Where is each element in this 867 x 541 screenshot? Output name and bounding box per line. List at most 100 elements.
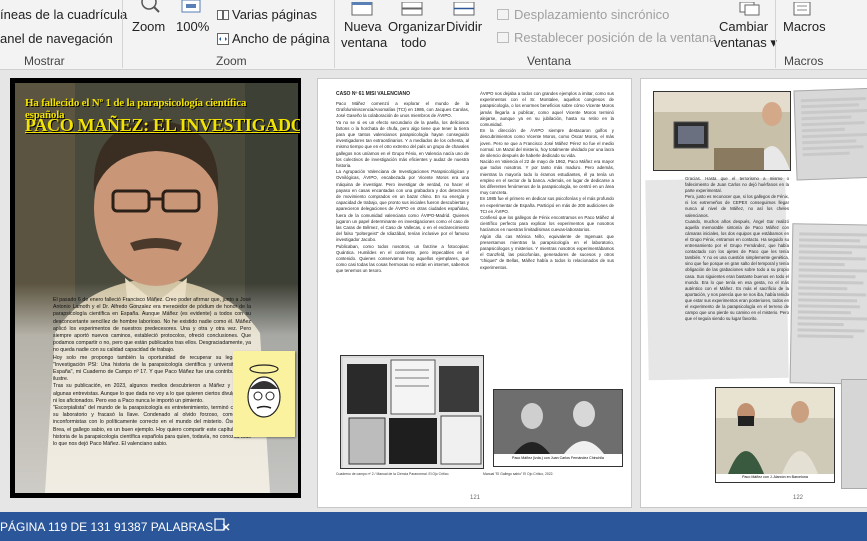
group-label-ventana: Ventana: [527, 54, 572, 68]
new-window-icon: [351, 1, 373, 16]
switch-windows-icon: [739, 1, 760, 16]
scan-text-lines: [791, 224, 867, 350]
reset-position-icon: [497, 32, 509, 43]
macros-icon: [793, 1, 811, 16]
right-col-para-3: Cuando, muchos años después, Ángel Gar r…: [685, 218, 789, 322]
page-width-button[interactable]: Ancho de página: [217, 31, 330, 46]
reset-window-position-button[interactable]: Restablecer posición de la ventana: [497, 30, 716, 45]
page-number-121: 121: [470, 495, 481, 501]
new-window-label-2: ventana: [341, 35, 388, 50]
new-window-button[interactable]: [350, 1, 374, 16]
middle-col2-para-6: Algún día cas Mónica Niño, equivalente d…: [480, 233, 614, 270]
navigation-pane-label: anel de navegación: [0, 31, 113, 46]
photo-two-men-caption: Paco Máñez (izda.) con Juan Carlos Ferná…: [512, 456, 604, 460]
sync-scroll-button[interactable]: Desplazamiento sincrónico: [497, 7, 669, 22]
arrange-all-label-1: Organizar: [388, 19, 446, 34]
navigation-pane-checkbox[interactable]: anel de navegación: [0, 31, 113, 46]
footnote-2: Manual "El Gallego sabio" El Ojo Crítico…: [483, 472, 554, 476]
proofing-check-icon[interactable]: [214, 518, 230, 535]
macros-label: Macros: [783, 19, 826, 34]
case-heading: CASO Nº 61 MISI VALENCIANO: [336, 91, 410, 97]
middle-col1-para-2: Ya no se si es un efecto secundario de l…: [336, 119, 469, 169]
arrange-all-label-2: todo: [401, 35, 427, 50]
switch-windows-label-2: ventanas ▾: [714, 35, 777, 50]
arrange-all-button[interactable]: [400, 1, 424, 16]
group-label-macros: Macros: [784, 54, 824, 68]
status-bar: PÁGINA 119 DE 131 91387 PALABRAS: [0, 512, 867, 541]
page-width-label: Ancho de página: [232, 31, 330, 46]
document-canvas[interactable]: Ha fallecido el Nº 1 de la parapsicologí…: [0, 70, 867, 512]
page-width-icon: [217, 33, 229, 45]
cover-para-3: Tras su publicación, en 2023, algunos me…: [53, 383, 251, 404]
cartoon-face-icon: [247, 364, 281, 418]
gridlines-label: íneas de la cuadrícula: [0, 7, 128, 22]
switch-windows-label-1: Cambiar: [719, 19, 769, 34]
photo-two-men-camera-caption: Paco Máñez con J. Alarcón en Barcelona: [742, 475, 808, 479]
right-col-para-1: Gracias. Hasta que el terrorismo a mismo…: [685, 176, 789, 194]
ribbon-view-tab: íneas de la cuadrícula anel de navegació…: [0, 0, 867, 70]
word-count-status[interactable]: 91387 PALABRAS: [114, 520, 213, 534]
middle-col2-para-4: En 1985 fue el primero en dedicar sus ps…: [480, 196, 614, 214]
middle-column-2: ÁVIPO nos dejaba a todos con grandes eje…: [480, 91, 614, 386]
cover-para-2: Hoy solo me propongo también la oportuni…: [53, 354, 251, 383]
group-separator: [334, 0, 335, 68]
page-122[interactable]: Gracias. Hasta que el terrorismo a mismo…: [640, 78, 867, 508]
reset-window-position-label: Restablecer posición de la ventana: [514, 30, 717, 45]
cover-para-4: "Escorpialista" del mundo de la parapsic…: [53, 405, 251, 448]
scan-text-lines: [794, 89, 867, 168]
group-label-mostrar: Mostrar: [24, 54, 65, 68]
photo-two-men: Paco Máñez (izda.) con Juan Carlos Ferná…: [493, 389, 623, 467]
middle-col2-para-3: Nacido en Valencia el 22 de mayo de 1962…: [480, 159, 614, 196]
macros-button[interactable]: [790, 1, 814, 16]
zoom-label: Zoom: [132, 19, 166, 34]
photo-two-men-image: [494, 390, 622, 454]
split-icon: [453, 1, 475, 16]
group-label-zoom: Zoom: [216, 54, 247, 68]
cartoon-illustration: [233, 351, 295, 437]
middle-col1-para-4: Publicaban, como todos nosotros, un fanz…: [336, 243, 469, 274]
cover-para-1: El pasado 6 de enero falleció Francisco …: [53, 297, 251, 354]
sync-scroll-icon: [497, 9, 509, 20]
group-separator: [122, 0, 123, 68]
cover-title: PACO MAÑEZ: EL INVESTIGADOR: [25, 115, 301, 135]
document-scan-bottom: [841, 379, 867, 489]
photo-documents-collage: [340, 355, 484, 469]
multiple-pages-label: Varias páginas: [232, 7, 318, 22]
document-scan-middle: [789, 223, 867, 385]
arrange-all-icon: [401, 1, 423, 16]
photo-two-men-camera-image: [716, 388, 834, 474]
zoom-100-label: 100%: [176, 19, 210, 34]
page-number-122: 122: [793, 495, 804, 501]
magnifier-icon: [141, 0, 160, 13]
page-121[interactable]: CASO Nº 61 MISI VALENCIANO Paco Máñez co…: [317, 78, 632, 508]
middle-col2-para-1: ÁVIPO nos dejaba a todos con grandes eje…: [480, 91, 614, 128]
right-col-para-2: Pero, justo es reconocer que, si los gal…: [685, 194, 789, 218]
split-button[interactable]: [452, 1, 476, 16]
middle-col1-para-3: La Agrupación Valenciana de Investigacio…: [336, 169, 469, 243]
zoom-100-button[interactable]: [178, 0, 206, 14]
middle-column-1: Paco Máñez comenzó a explorar el mundo d…: [336, 101, 469, 349]
footnote-1: Cuaderno de campo nº 2 / Manual de la Ci…: [336, 472, 450, 476]
multiple-pages-icon: [217, 9, 229, 21]
photo-man-computer: [653, 91, 791, 171]
document-scan-top: [793, 87, 867, 181]
group-separator: [775, 0, 776, 68]
middle-col2-para-2: En la dirección de ÁVIPO siempre destaca…: [480, 128, 614, 159]
cover-body: El pasado 6 de enero falleció Francisco …: [53, 297, 251, 448]
page-cover[interactable]: Ha fallecido el Nº 1 de la parapsicologí…: [10, 78, 301, 498]
gridlines-checkbox[interactable]: íneas de la cuadrícula: [0, 7, 127, 22]
middle-col1-para-1: Paco Máñez comenzó a explorar el mundo d…: [336, 101, 469, 119]
split-label: Dividir: [446, 19, 483, 34]
sync-scroll-label: Desplazamiento sincrónico: [514, 7, 670, 22]
page-count-status[interactable]: PÁGINA 119 DE 131: [0, 520, 111, 534]
page-100-icon: [181, 0, 201, 13]
photo-two-men-camera: Paco Máñez con J. Alarcón en Barcelona: [715, 387, 835, 483]
photo-collage-image: [343, 358, 483, 468]
photo-man-computer-image: [654, 92, 790, 170]
right-column-text: Gracias. Hasta que el terrorismo a mismo…: [685, 176, 789, 376]
new-window-label-1: Nueva: [344, 19, 382, 34]
switch-windows-button[interactable]: [736, 1, 764, 16]
zoom-button[interactable]: [132, 0, 166, 14]
multiple-pages-button[interactable]: Varias páginas: [217, 7, 317, 22]
middle-col2-para-5: Confiesó que los gallegos de Fénix encon…: [480, 215, 614, 233]
